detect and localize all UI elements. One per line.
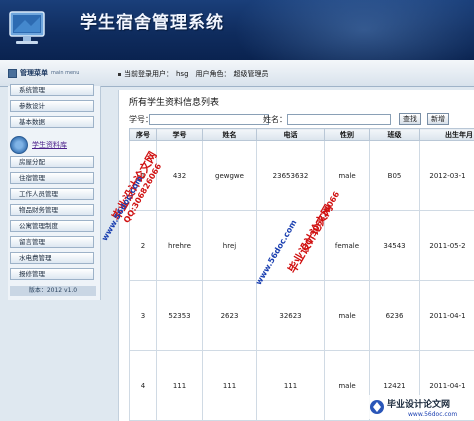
cell-birth: 2012-03-1 <box>419 140 474 211</box>
site-logo: 毕业设计论文网 www.56doc.com <box>368 395 472 419</box>
sidebar-item-student-db[interactable]: 学生资料库 <box>10 134 94 156</box>
user-name: hsg <box>176 70 189 78</box>
version-label: 版本：2012 v1.0 <box>10 286 96 296</box>
cell-class: 34543 <box>369 210 420 281</box>
cell-index: 2 <box>129 210 157 281</box>
main-panel: 所有学生资料信息列表 学号： 姓名： 查找 新增 序号 学号 姓名 电话 性别 … <box>118 90 474 421</box>
cell-student-id: 111 <box>156 350 203 421</box>
cell-birth: 2011-04-1 <box>419 280 474 351</box>
logo-url: www.56doc.com <box>408 411 457 418</box>
cell-gender: male <box>324 140 370 211</box>
app-header: 学生宿舍管理系统 <box>0 0 474 60</box>
menu-subtitle: main menu <box>51 70 80 76</box>
table-row[interactable]: 3 52353 2623 32623 male 6236 2011-04-1 <box>129 280 474 351</box>
sidebar-item-label: 学生资料库 <box>32 141 67 149</box>
student-table: 序号 学号 姓名 电话 性别 班级 出生年月 1 432 gewgwe 2365… <box>129 128 474 421</box>
cell-index: 1 <box>129 140 157 211</box>
col-header-gender: 性别 <box>324 128 370 141</box>
cell-class: B05 <box>369 140 420 211</box>
cell-phone <box>256 210 325 281</box>
cell-birth: 2011-05-2 <box>419 210 474 281</box>
section-title: 所有学生资料信息列表 <box>129 98 220 108</box>
menu-square-icon <box>8 68 17 78</box>
cell-phone: 32623 <box>256 280 325 351</box>
user-label: 当前登录用户： <box>124 70 173 78</box>
col-header-name: 姓名 <box>202 128 257 141</box>
cell-class: 6236 <box>369 280 420 351</box>
table-row[interactable]: 2 hrehre hrej female 34543 2011-05-2 <box>129 210 474 281</box>
cell-name: 111 <box>202 350 257 421</box>
user-info: 当前登录用户： hsg 用户角色： 超级管理员 <box>118 69 269 79</box>
sidebar-item-rules[interactable]: 公寓管理制度 <box>10 220 94 232</box>
col-header-birth: 出生年月 <box>419 128 474 141</box>
add-button[interactable]: 新增 <box>427 113 449 125</box>
gear-icon <box>10 136 28 154</box>
search-button[interactable]: 查找 <box>399 113 421 125</box>
col-header-student-id: 学号 <box>156 128 203 141</box>
cell-name: hrej <box>202 210 257 281</box>
cell-student-id: 432 <box>156 140 203 211</box>
sidebar-item-utilities[interactable]: 水电费管理 <box>10 252 94 264</box>
cell-student-id: hrehre <box>156 210 203 281</box>
sidebar-item-basic-data[interactable]: 基本数据 <box>10 116 94 128</box>
cell-name: gewgwe <box>202 140 257 211</box>
role-name: 超级管理员 <box>233 70 269 78</box>
cell-gender: male <box>324 280 370 351</box>
header-glow <box>234 0 474 60</box>
cell-gender: female <box>324 210 370 281</box>
menu-header: 管理菜单 main menu <box>8 66 100 80</box>
table-header-row: 序号 学号 姓名 电话 性别 班级 出生年月 <box>129 128 474 141</box>
search-row: 学号： 姓名： 查找 新增 <box>129 113 474 126</box>
cell-student-id: 52353 <box>156 280 203 351</box>
cell-gender: male <box>324 350 370 421</box>
sidebar-item-messages[interactable]: 留言管理 <box>10 236 94 248</box>
sidebar-item-system[interactable]: 系统管理 <box>10 84 94 96</box>
logo-text: 毕业设计论文网 <box>387 398 450 410</box>
cell-phone: 111 <box>256 350 325 421</box>
name-label: 姓名： <box>263 115 287 124</box>
sidebar-item-repairs[interactable]: 报修管理 <box>10 268 94 280</box>
role-label: 用户角色： <box>195 70 231 78</box>
sidebar-item-staff[interactable]: 工作人员管理 <box>10 188 94 200</box>
cell-name: 2623 <box>202 280 257 351</box>
table-row[interactable]: 1 432 gewgwe 23653632 male B05 2012-03-1 <box>129 140 474 211</box>
cell-phone: 23653632 <box>256 140 325 211</box>
app-title: 学生宿舍管理系统 <box>80 13 224 33</box>
sidebar-item-room-assign[interactable]: 房屋分配 <box>10 156 94 168</box>
col-header-class: 班级 <box>369 128 420 141</box>
sidebar-item-assets[interactable]: 物品财务管理 <box>10 204 94 216</box>
sidebar-item-params[interactable]: 参数设计 <box>10 100 94 112</box>
col-header-index: 序号 <box>129 128 157 141</box>
sub-bar: 管理菜单 main menu 当前登录用户： hsg 用户角色： 超级管理员 <box>0 60 474 87</box>
col-header-phone: 电话 <box>256 128 325 141</box>
sidebar: 系统管理 参数设计 基本数据 学生资料库 房屋分配 住宿管理 工作人员管理 物品… <box>8 84 101 300</box>
name-input[interactable] <box>287 114 391 125</box>
bullet-icon <box>118 72 121 76</box>
sidebar-item-lodging[interactable]: 住宿管理 <box>10 172 94 184</box>
menu-title: 管理菜单 <box>20 69 48 77</box>
student-id-input[interactable] <box>149 114 269 125</box>
monitor-icon <box>9 11 45 44</box>
cell-index: 4 <box>129 350 157 421</box>
cell-index: 3 <box>129 280 157 351</box>
